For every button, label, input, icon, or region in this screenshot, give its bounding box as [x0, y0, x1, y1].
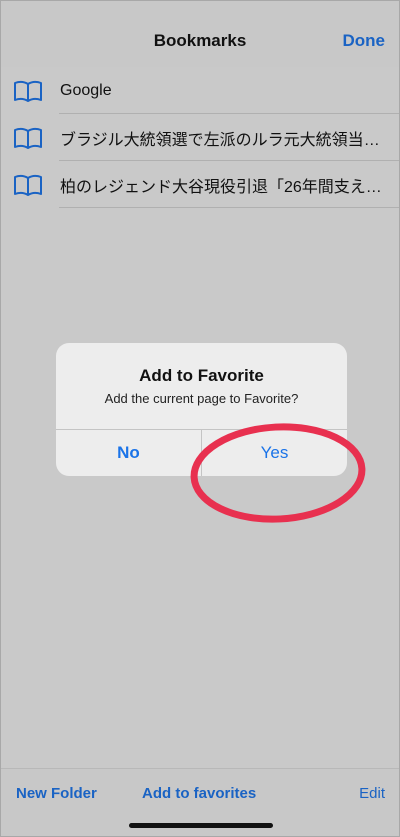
add-to-favorites-button[interactable]: Add to favorites: [142, 785, 256, 802]
page-title: Bookmarks: [153, 31, 247, 50]
bookmark-label: ブラジル大統領選で左派のルラ元大統領当選…: [60, 131, 390, 149]
home-indicator: [129, 823, 273, 828]
dialog-title: Add to Favorite: [139, 366, 264, 385]
bookmark-row-brazil-news[interactable]: ブラジル大統領選で左派のルラ元大統領当選…: [1, 114, 399, 161]
bookmark-list: Google ブラジル大統領選で左派のルラ元大統領当選… 柏のレジェンド大谷現役…: [1, 67, 399, 208]
dialog-message: Add the current page to Favorite?: [104, 391, 299, 406]
book-icon: [13, 126, 43, 150]
book-icon: [13, 79, 43, 103]
bookmark-label: Google: [60, 81, 112, 99]
bookmarks-screen: Bookmarks Done Google ブラジル大統領選で左派のルラ元大統領…: [0, 0, 400, 837]
bookmark-row-kashiwa-news[interactable]: 柏のレジェンド大谷現役引退「26年間支え…: [1, 161, 399, 208]
new-folder-button[interactable]: New Folder: [16, 785, 97, 802]
bookmark-label: 柏のレジェンド大谷現役引退「26年間支え…: [60, 178, 382, 196]
edit-button[interactable]: Edit: [359, 785, 385, 802]
highlight-circle: [190, 423, 366, 523]
nav-bar: Bookmarks Done: [1, 1, 399, 67]
bottom-toolbar: New Folder Add to favorites Edit: [1, 768, 399, 836]
book-icon: [13, 173, 43, 197]
bookmark-row-google[interactable]: Google: [1, 67, 399, 114]
row-divider: [59, 207, 399, 208]
done-button[interactable]: Done: [343, 31, 386, 51]
no-button[interactable]: No: [56, 430, 201, 476]
